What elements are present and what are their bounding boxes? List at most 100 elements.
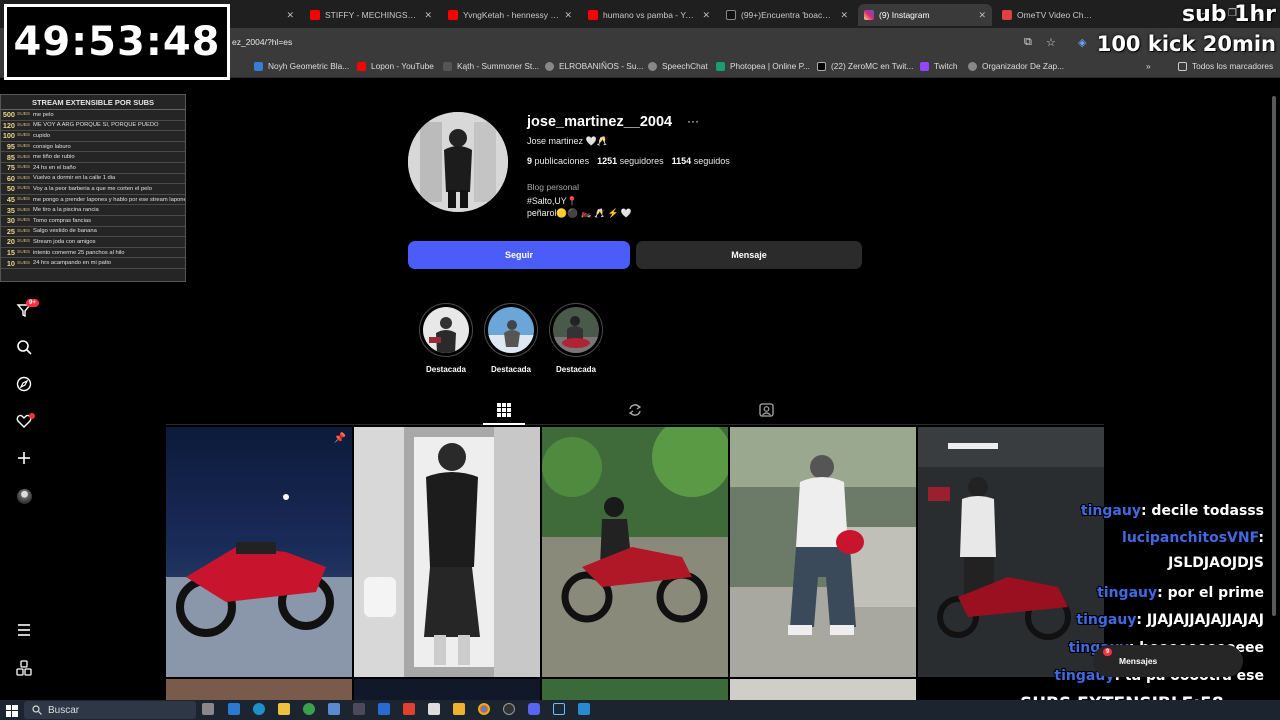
story-highlight[interactable]: Destacada — [484, 303, 538, 374]
tab-humano[interactable]: humano vs pamba - YouT ✕ — [582, 4, 716, 26]
post-thumbnail[interactable] — [542, 679, 728, 700]
app-icon[interactable] — [228, 703, 240, 715]
stream-timer: 49:53:48 — [4, 4, 230, 80]
message-button[interactable]: Mensaje — [636, 241, 862, 269]
app-icon[interactable] — [578, 703, 590, 715]
extension-icon[interactable]: ◈ — [1078, 36, 1086, 49]
windows-start-icon[interactable] — [6, 704, 18, 717]
followers-stat[interactable]: 1251 seguidores — [597, 156, 664, 166]
obs-icon[interactable] — [503, 703, 515, 715]
subs-goal-unit: SUBS — [17, 207, 31, 213]
app-icon[interactable] — [353, 703, 365, 715]
posts-stat[interactable]: 9 publicaciones — [527, 156, 589, 166]
tab-close-icon[interactable]: ✕ — [424, 10, 432, 21]
bookmark-zeromc[interactable]: (22) ZeroMC en Twit... — [817, 61, 913, 71]
bookmark-noyh[interactable]: Noyh Geometric Bla... — [254, 61, 349, 71]
chevron-right-icon[interactable]: » — [1146, 61, 1151, 71]
profile-avatar-icon[interactable] — [14, 486, 34, 506]
post-thumbnail[interactable] — [542, 427, 728, 677]
followers-label: seguidores — [619, 156, 664, 166]
post-thumbnail[interactable]: 📌 — [166, 427, 352, 677]
bookmark-lopon[interactable]: Lopon - YouTube — [357, 61, 434, 71]
bookmark-elrobaninos[interactable]: ELROBANIÑOS - Su... — [545, 61, 643, 71]
chat-text: : por el prime — [1157, 585, 1264, 601]
file-explorer-icon[interactable] — [278, 703, 290, 715]
tab-close-icon[interactable]: ✕ — [286, 10, 294, 21]
page-scrollbar[interactable] — [1272, 96, 1276, 616]
chat-username: tingauy — [1097, 585, 1158, 601]
search-placeholder: Buscar — [48, 704, 80, 716]
app-icon[interactable] — [378, 703, 390, 715]
install-icon[interactable]: ⧉ — [1024, 36, 1032, 49]
tab-label: (99+)Encuentra 'boachiko — [741, 10, 836, 20]
menu-icon[interactable] — [14, 620, 34, 640]
profile-avatar[interactable] — [408, 112, 508, 212]
discord-icon[interactable] — [528, 703, 540, 715]
twitch-icon — [920, 61, 929, 71]
threads-apps-icon[interactable] — [14, 658, 34, 678]
taskbar-search[interactable]: Buscar — [24, 701, 196, 719]
bookmark-photopea[interactable]: Photopea | Online P... — [716, 61, 810, 71]
create-icon[interactable] — [14, 448, 34, 468]
subs-goal-text: Me tiro a la piscina rancia — [33, 207, 99, 214]
subs-goal-unit: SUBS — [17, 250, 31, 256]
bookmark-speechchat[interactable]: SpeechChat — [648, 61, 708, 71]
tab-close-icon[interactable]: ✕ — [840, 10, 848, 21]
app-icon[interactable] — [328, 703, 340, 715]
tiktok-icon — [726, 10, 736, 20]
bookmark-organizador[interactable]: Organizador De Zap... — [968, 61, 1064, 71]
story-highlight[interactable]: Destacada — [549, 303, 603, 374]
post-thumbnail[interactable] — [354, 679, 540, 700]
reposts-icon[interactable] — [628, 403, 642, 422]
tab-close-icon[interactable]: ✕ — [564, 10, 572, 21]
subs-goal-count: 35 — [6, 205, 15, 215]
post-thumbnail[interactable] — [730, 427, 916, 677]
explore-icon[interactable] — [14, 374, 34, 394]
post-thumbnail[interactable] — [730, 679, 916, 700]
tab-instagram[interactable]: (9) Instagram ✕ — [858, 4, 992, 26]
bookmark-label: Kąth - Summoner St... — [457, 61, 540, 71]
app-icon[interactable] — [428, 703, 440, 715]
bookmark-label: Organizador De Zap... — [982, 61, 1065, 71]
url-text[interactable]: ez_2004/?hl=es — [232, 37, 292, 47]
tagged-icon[interactable] — [759, 403, 774, 422]
bookmark-star-icon[interactable]: ☆ — [1046, 36, 1056, 49]
tab-tiktok[interactable]: (99+)Encuentra 'boachiko ✕ — [720, 4, 854, 26]
tab-close-icon[interactable]: ✕ — [702, 10, 710, 21]
bookmark-twitch[interactable]: Twitch — [920, 61, 958, 71]
bookmark-kath[interactable]: Kąth - Summoner St... — [443, 61, 539, 71]
tab-label: STIFFY - MECHINGSTRONG — [325, 10, 419, 20]
tab-ometv[interactable]: OmeTV Video Chat - Ch — [996, 4, 1100, 26]
pinned-icon: 📌 — [333, 433, 346, 444]
chat-message: JSLDJAOJDJS — [1168, 555, 1264, 571]
tab-youtube[interactable]: ✕ — [234, 4, 300, 26]
highlight-thumbnail — [553, 307, 599, 353]
youtube-icon — [448, 10, 458, 20]
subs-goal-text: 24 hrs acampando en mi patio — [33, 260, 111, 267]
steam-icon[interactable] — [553, 703, 565, 715]
more-options-icon[interactable]: ··· — [687, 114, 699, 128]
subs-goal-row: 95 SUBS consigo laburo — [1, 142, 185, 153]
edge-icon[interactable] — [253, 703, 265, 715]
tab-yvngketah[interactable]: YvngKetah - hennessy - Yo ✕ — [442, 4, 578, 26]
chat-username: lucipanchitosVNF — [1122, 530, 1259, 546]
messages-bar[interactable]: Mensajes — [1093, 645, 1243, 677]
app-icon[interactable] — [303, 703, 315, 715]
task-view-icon[interactable] — [202, 703, 214, 715]
app-icon[interactable] — [453, 703, 465, 715]
bookmark-all[interactable]: Todos los marcadores — [1178, 61, 1273, 71]
following-stat[interactable]: 1154 seguidos — [672, 156, 730, 166]
chrome-icon[interactable] — [478, 703, 490, 715]
subs-goal-unit: SUBS — [17, 165, 31, 171]
post-thumbnail[interactable] — [354, 427, 540, 677]
subs-goal-text: ME VOY A ARG PORQUE SI, PORQUE PUEDO — [33, 122, 159, 129]
posts-grid-icon[interactable] — [497, 403, 511, 422]
story-highlight[interactable]: Destacada — [419, 303, 473, 374]
tab-stiffy[interactable]: STIFFY - MECHINGSTRONG ✕ — [304, 4, 438, 26]
subs-goal-text: consigo laburo — [33, 143, 71, 150]
follow-button[interactable]: Seguir — [408, 241, 630, 269]
search-icon[interactable] — [14, 337, 34, 357]
post-thumbnail[interactable] — [166, 679, 352, 700]
tab-close-icon[interactable]: ✕ — [978, 10, 986, 21]
app-icon[interactable] — [403, 703, 415, 715]
